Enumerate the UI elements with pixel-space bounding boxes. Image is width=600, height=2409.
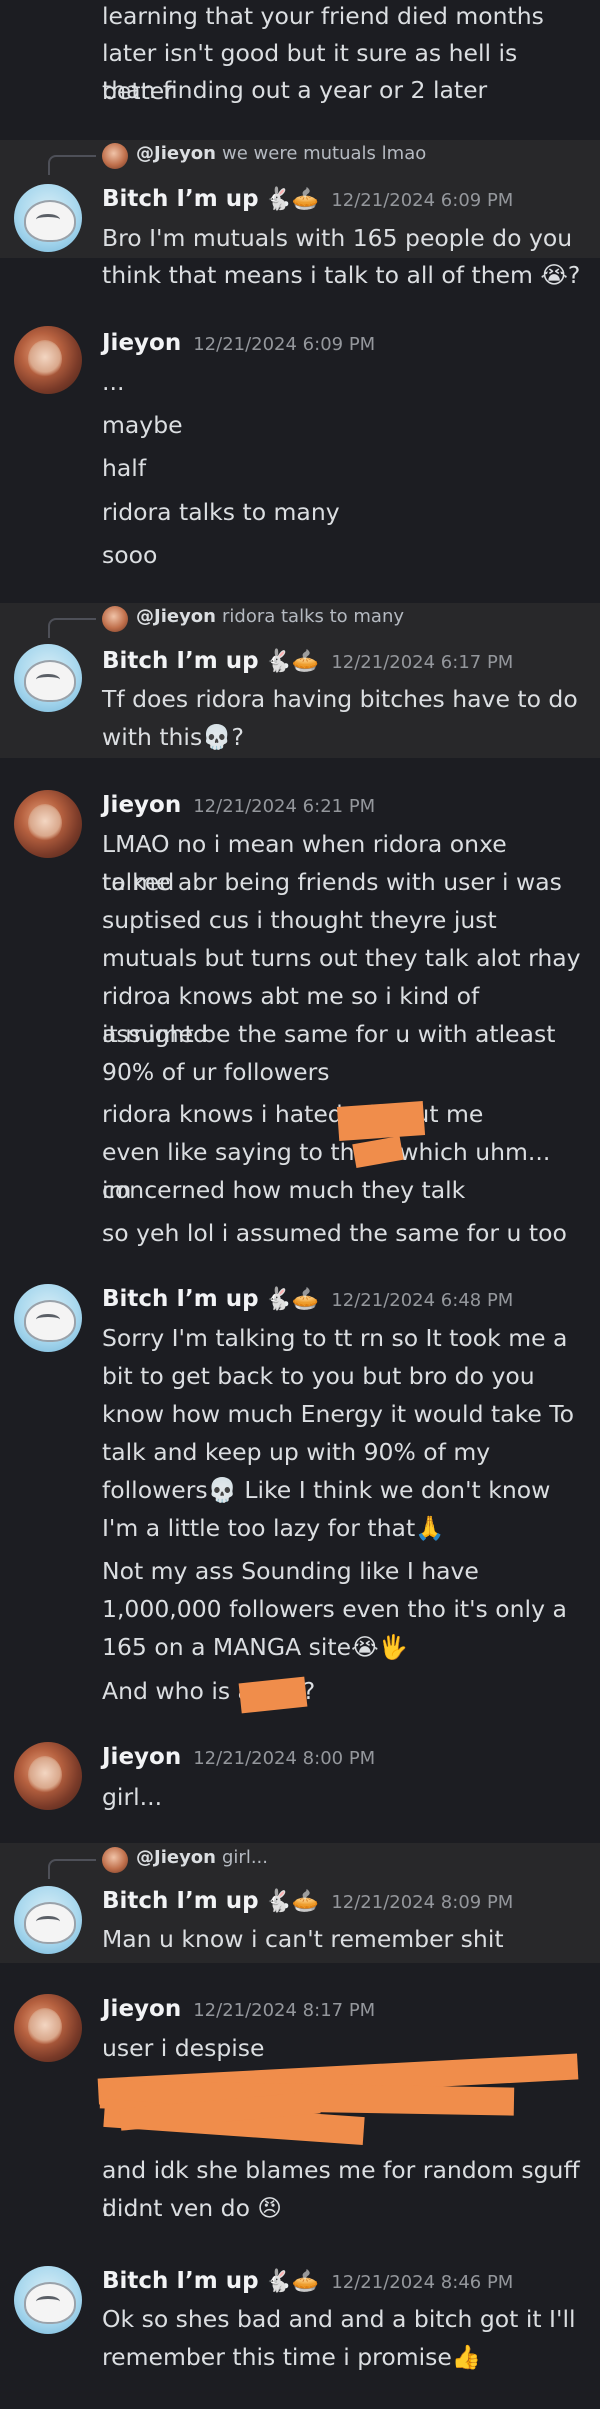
message-line: to me abr being friends with user i was bbox=[102, 868, 562, 896]
avatar[interactable] bbox=[14, 1742, 82, 1810]
reply-snippet: girl... bbox=[222, 1847, 268, 1868]
message-line: 1,000,000 followers even tho it's only a bbox=[102, 1595, 567, 1623]
message-line: maybe bbox=[102, 411, 183, 439]
badge-emoji: 🐇🥧 bbox=[264, 649, 320, 674]
message-line: 165 on a MANGA site😭🖐 bbox=[102, 1633, 408, 1661]
message-line: learning that your friend died months bbox=[102, 2, 544, 30]
message-line: think that means i talk to all of them 😭… bbox=[102, 261, 581, 289]
message-line: Sorry I'm talking to tt rn so It took me… bbox=[102, 1324, 568, 1352]
badge-emoji: 🐇🥧 bbox=[264, 187, 320, 212]
author-name[interactable]: Jieyon bbox=[102, 792, 181, 818]
message-line: 90% of ur followers bbox=[102, 1058, 330, 1086]
reply-connector bbox=[48, 618, 96, 638]
message-line: I'm a little too lazy for that🙏 bbox=[102, 1514, 445, 1542]
timestamp[interactable]: 12/21/2024 6:48 PM bbox=[331, 1290, 513, 1311]
avatar[interactable] bbox=[14, 1284, 82, 1352]
timestamp[interactable]: 12/21/2024 6:09 PM bbox=[193, 334, 375, 355]
message-line: Man u know i can't remember shit bbox=[102, 1925, 504, 1953]
message-line: Not my ass Sounding like I have bbox=[102, 1557, 479, 1585]
reply-snippet: ridora talks to many bbox=[222, 606, 405, 627]
message-line: Tf does ridora having bitches have to do bbox=[102, 685, 578, 713]
avatar[interactable] bbox=[14, 644, 82, 712]
badge-emoji: 🐇🥧 bbox=[264, 1287, 320, 1312]
message-line: And who is again? bbox=[102, 1677, 316, 1705]
timestamp[interactable]: 12/21/2024 8:00 PM bbox=[193, 1748, 375, 1769]
avatar[interactable] bbox=[14, 1994, 82, 2062]
reply-avatar bbox=[102, 143, 128, 169]
author-name[interactable]: Bitch I’m up bbox=[102, 2268, 259, 2294]
message-line: didnt ven do 😠 bbox=[102, 2194, 282, 2222]
timestamp[interactable]: 12/21/2024 6:21 PM bbox=[193, 796, 375, 817]
author-name[interactable]: Bitch I’m up bbox=[102, 1888, 259, 1914]
message-line: Bro I'm mutuals with 165 people do you bbox=[102, 224, 573, 252]
message-line: bit to get back to you but bro do you bbox=[102, 1362, 535, 1390]
avatar[interactable] bbox=[14, 184, 82, 252]
message-line: suptised cus i thought theyre just bbox=[102, 906, 497, 934]
avatar[interactable] bbox=[14, 2266, 82, 2334]
message-line: half bbox=[102, 454, 147, 482]
reply-author[interactable]: @Jieyon bbox=[136, 143, 216, 164]
reply-avatar bbox=[102, 1847, 128, 1873]
timestamp[interactable]: 12/21/2024 8:09 PM bbox=[331, 1892, 513, 1913]
avatar[interactable] bbox=[14, 1886, 82, 1954]
timestamp[interactable]: 12/21/2024 8:17 PM bbox=[193, 2000, 375, 2021]
reply-connector bbox=[48, 1859, 96, 1879]
date-divider bbox=[0, 2384, 600, 2409]
reply-avatar bbox=[102, 606, 128, 632]
author-name[interactable]: Bitch I’m up bbox=[102, 648, 259, 674]
message-line: with this💀? bbox=[102, 723, 244, 751]
reply-author[interactable]: @Jieyon bbox=[136, 606, 216, 627]
reply-connector bbox=[48, 155, 96, 175]
message-line: girl... bbox=[102, 1783, 163, 1811]
message-line: than finding out a year or 2 later bbox=[102, 76, 488, 104]
author-name[interactable]: Bitch I’m up bbox=[102, 186, 259, 212]
message-line: so yeh lol i assumed the same for u too bbox=[102, 1219, 567, 1247]
message-line: know how much Energy it would take To bbox=[102, 1400, 575, 1428]
message-line: followers💀 Like I think we don't know bbox=[102, 1476, 551, 1504]
message-line: concerned how much they talk bbox=[102, 1176, 466, 1204]
reply-snippet: we were mutuals lmao bbox=[222, 143, 427, 164]
message-line: ... bbox=[102, 368, 125, 396]
message-line: Ok so shes bad and and a bitch got it I'… bbox=[102, 2305, 576, 2333]
badge-emoji: 🐇🥧 bbox=[264, 2269, 320, 2294]
author-name[interactable]: Jieyon bbox=[102, 1996, 181, 2022]
message-line: it might be the same for u with atleast bbox=[102, 1020, 556, 1048]
avatar[interactable] bbox=[14, 790, 82, 858]
timestamp[interactable]: 12/21/2024 6:09 PM bbox=[331, 190, 513, 211]
author-name[interactable]: Jieyon bbox=[102, 330, 181, 356]
timestamp[interactable]: 12/21/2024 8:46 PM bbox=[331, 2272, 513, 2293]
redaction-mark bbox=[336, 1101, 426, 1141]
badge-emoji: 🐇🥧 bbox=[264, 1889, 320, 1914]
author-name[interactable]: Jieyon bbox=[102, 1744, 181, 1770]
message-line: ridora talks to many bbox=[102, 498, 340, 526]
reply-author[interactable]: @Jieyon bbox=[136, 1847, 216, 1868]
timestamp[interactable]: 12/21/2024 6:17 PM bbox=[331, 652, 513, 673]
author-name[interactable]: Bitch I’m up bbox=[102, 1286, 259, 1312]
message-line: talk and keep up with 90% of my bbox=[102, 1438, 491, 1466]
message-line: mutuals but turns out they talk alot rha… bbox=[102, 944, 581, 972]
message-line: sooo bbox=[102, 541, 158, 569]
avatar[interactable] bbox=[14, 326, 82, 394]
message-line: remember this time i promise👍 bbox=[102, 2343, 482, 2371]
